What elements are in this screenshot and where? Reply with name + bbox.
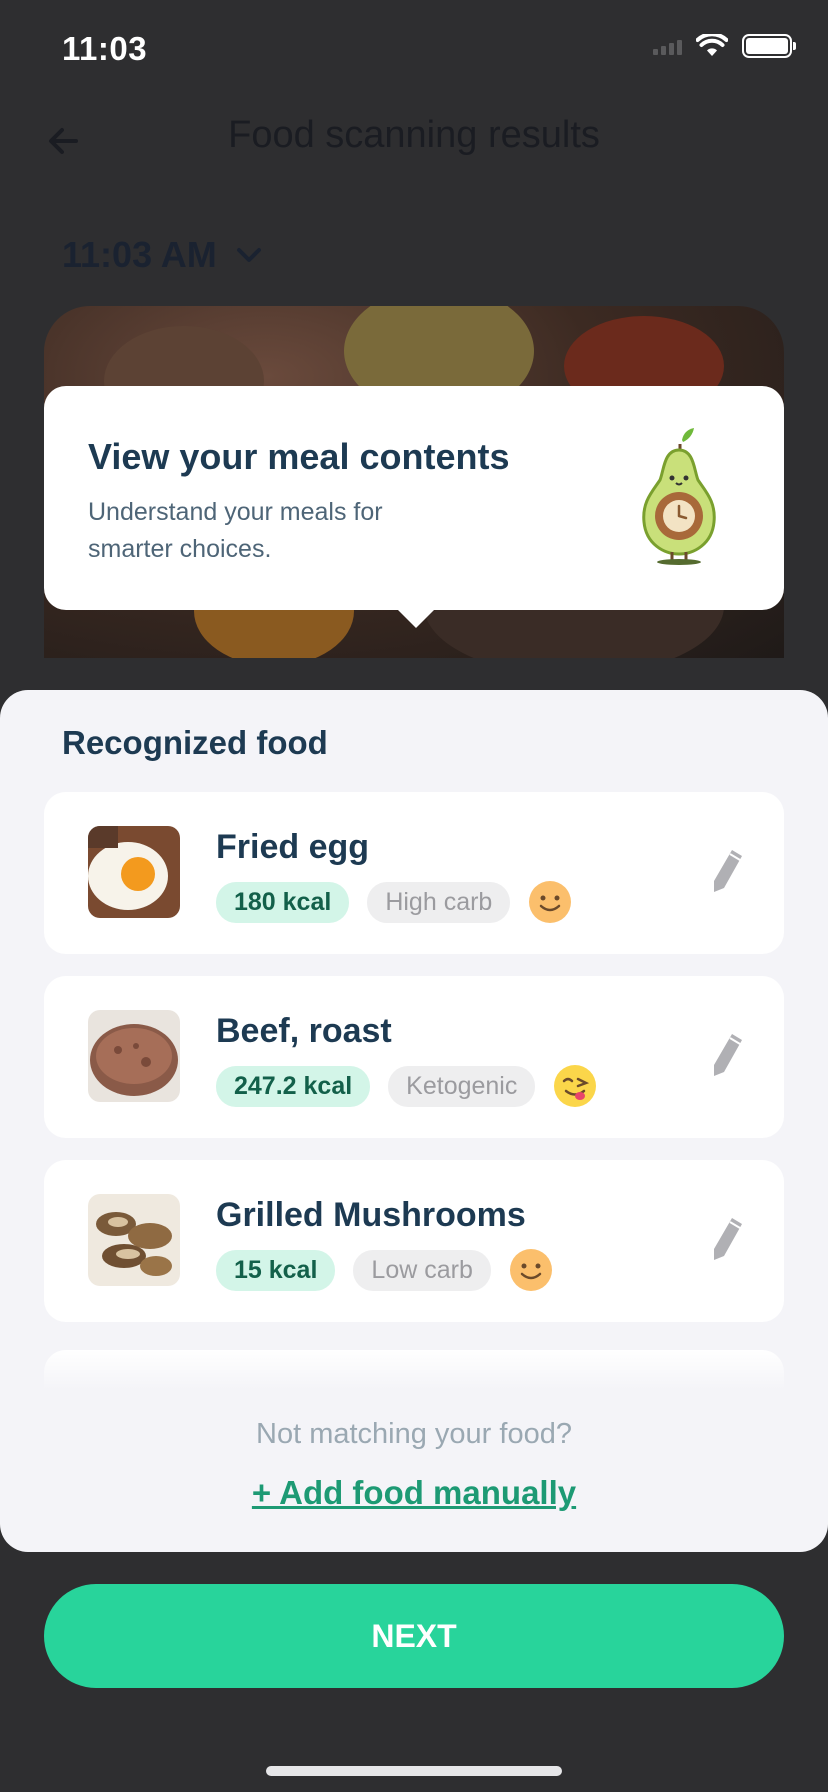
add-food-manually-link[interactable]: + Add food manually (0, 1474, 828, 1512)
kcal-badge: 180 kcal (216, 881, 350, 923)
time-select[interactable]: 11:03 AM (62, 234, 263, 276)
cellular-signal-icon (653, 37, 682, 55)
food-name: Beef, roast (216, 1012, 392, 1050)
pencil-icon[interactable] (710, 848, 744, 894)
chevron-down-icon (236, 248, 261, 262)
status-icons (653, 34, 796, 58)
header: Food scanning results (0, 100, 828, 180)
home-indicator[interactable] (266, 1766, 562, 1776)
kcal-badge: 247.2 kcal (216, 1065, 371, 1107)
time-select-value: 11:03 AM (62, 234, 217, 275)
battery-icon (742, 34, 796, 58)
pencil-icon[interactable] (710, 1032, 744, 1078)
yum-icon (554, 1065, 597, 1107)
food-tags: 180 kcal High carb (216, 880, 572, 924)
not-matching-text: Not matching your food? (256, 1418, 572, 1450)
tooltip-title: View your meal contents (88, 436, 510, 477)
onboarding-tooltip[interactable]: View your meal contents Understand your … (44, 386, 784, 628)
status-bar: 11:03 (0, 0, 828, 100)
kcal-badge: 15 kcal (216, 1249, 336, 1291)
food-tags: 15 kcal Low carb (216, 1248, 553, 1292)
food-card-grilled-mushrooms[interactable]: Grilled Mushrooms 15 kcal Low carb (44, 1160, 784, 1322)
tooltip-text: Understand your meals for smarter choice… (88, 498, 383, 563)
pear-mascot-icon (642, 428, 716, 565)
page-title: Food scanning results (228, 114, 600, 156)
diet-badge: Low carb (353, 1249, 491, 1291)
wifi-icon (696, 34, 728, 56)
smile-icon (509, 1249, 552, 1291)
smile-icon (529, 881, 572, 923)
food-card-beef-roast[interactable]: Beef, roast 247.2 kcal Ketogenic (44, 976, 784, 1138)
food-tags: 247.2 kcal Ketogenic (216, 1064, 597, 1108)
food-name: Grilled Mushrooms (216, 1196, 526, 1234)
next-button[interactable]: NEXT (44, 1584, 784, 1688)
diet-badge: Ketogenic (388, 1065, 536, 1107)
food-thumbnail (88, 1010, 180, 1102)
pencil-icon[interactable] (710, 1216, 744, 1262)
food-thumbnail (88, 1194, 180, 1286)
status-time: 11:03 (62, 30, 148, 67)
food-thumbnail (88, 826, 180, 918)
food-card-fried-egg[interactable]: Fried egg 180 kcal High carb (44, 792, 784, 954)
food-name: Fried egg (216, 828, 370, 866)
section-title: Recognized food (62, 724, 328, 761)
food-card-partial (44, 1350, 784, 1390)
recognized-food-sheet: Recognized food Fried egg 180 kcal High … (0, 690, 828, 1552)
diet-badge: High carb (367, 881, 511, 923)
